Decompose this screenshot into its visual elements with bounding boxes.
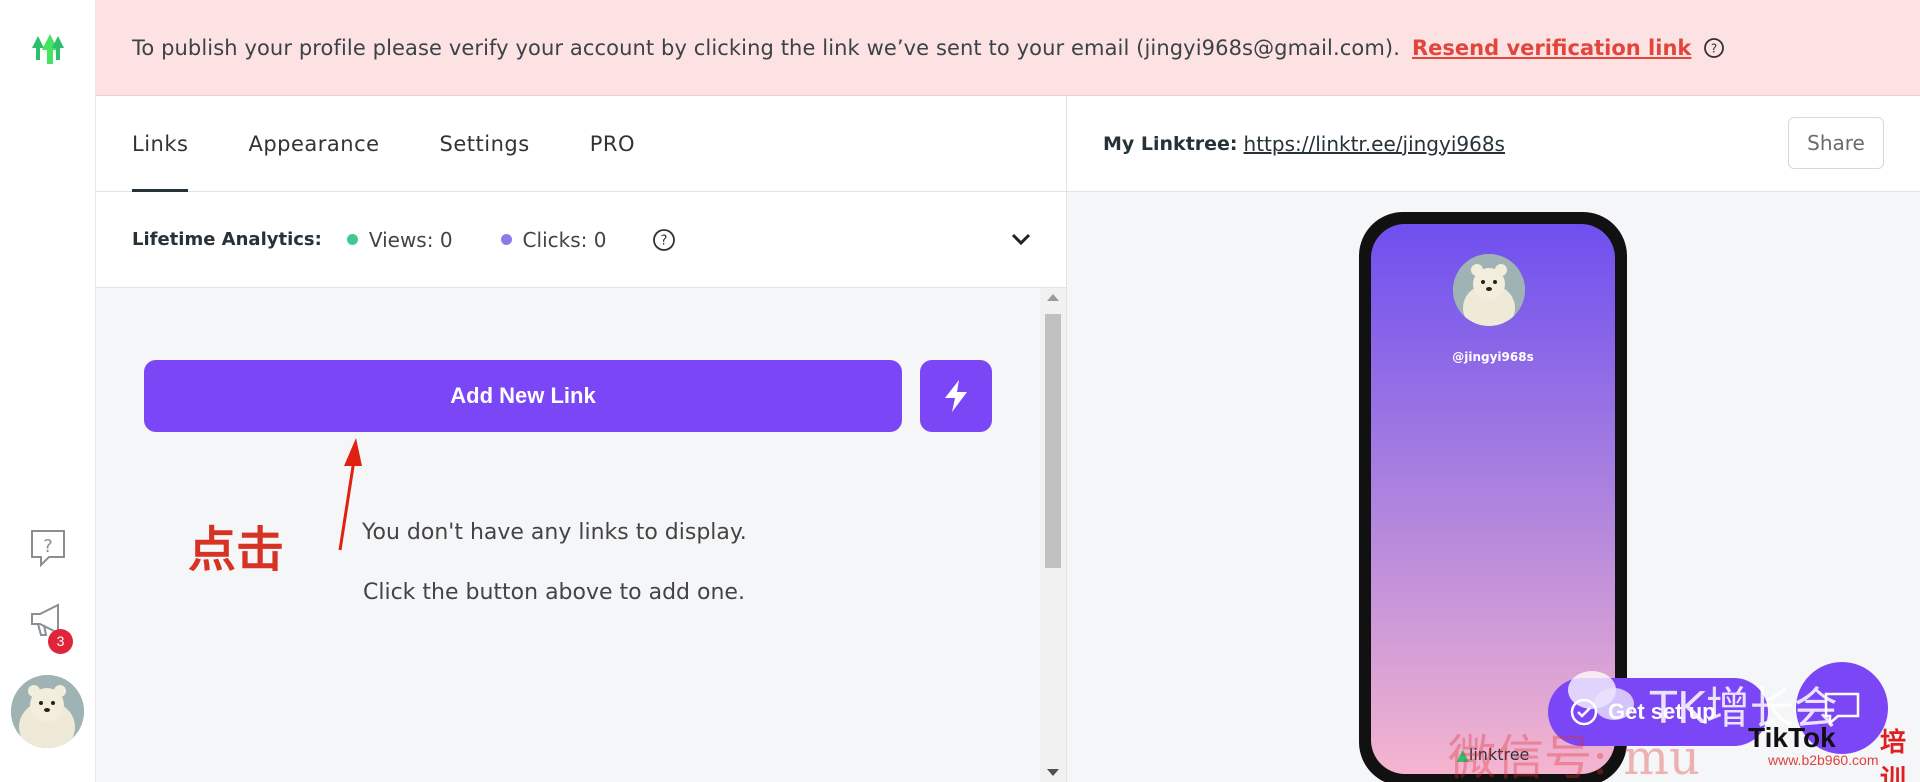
share-button[interactable]: Share [1788, 117, 1884, 169]
watermark-wechat: 微信号: mu [1448, 730, 1700, 782]
my-linktree-label: My Linktree: [1103, 132, 1238, 155]
tab-links[interactable]: Links [132, 96, 189, 192]
tab-pro[interactable]: PRO [590, 96, 635, 192]
profile-avatar [1453, 254, 1525, 326]
clicks-count: Clicks: 0 [522, 227, 607, 252]
links-scrollbar[interactable] [1040, 288, 1066, 782]
views-count: Views: 0 [368, 227, 453, 252]
links-area: Add New Link 点击 You don't have any links… [96, 288, 1066, 782]
linktree-url-link[interactable]: https://linktr.ee/jingyi968s [1244, 132, 1505, 156]
watermark-training: 培训 [1880, 728, 1907, 782]
svg-text:?: ? [1711, 41, 1717, 55]
profile-handle: @jingyi968s [1452, 350, 1534, 364]
svg-text:?: ? [43, 536, 53, 557]
lightning-icon [945, 380, 967, 412]
analytics-label: Lifetime Analytics: [132, 229, 322, 250]
left-rail: ? 3 [0, 0, 96, 782]
preview-header: My Linktree: https://linktr.ee/jingyi968… [1066, 96, 1920, 192]
quick-add-button[interactable] [920, 360, 992, 432]
question-circle-icon[interactable]: ? [1703, 37, 1725, 59]
annotation-click-label: 点击 [188, 522, 285, 578]
lifetime-analytics-bar: Lifetime Analytics: Views: 0 Clicks: 0 ? [96, 192, 1066, 288]
question-circle-icon[interactable]: ? [652, 228, 676, 252]
verification-banner: To publish your profile please verify yo… [96, 0, 1920, 96]
scroll-thumb[interactable] [1045, 314, 1061, 568]
svg-text:?: ? [661, 233, 668, 248]
tab-settings[interactable]: Settings [440, 96, 530, 192]
avatar[interactable] [11, 675, 84, 748]
add-new-link-button[interactable]: Add New Link [144, 360, 902, 432]
empty-state-line-1: You don't have any links to display. [362, 520, 747, 545]
empty-state-line-2: Click the button above to add one. [363, 580, 745, 605]
scroll-up-arrow-icon[interactable] [1047, 294, 1059, 301]
watermark-tiktok: TikTok [1748, 722, 1836, 753]
chevron-down-icon[interactable] [1010, 228, 1032, 250]
banner-message: To publish your profile please verify yo… [132, 35, 1400, 60]
watermark-site: www.b2b960.com [1768, 752, 1879, 768]
notification-badge: 3 [48, 629, 73, 654]
resend-verification-link[interactable]: Resend verification link [1412, 36, 1691, 60]
help-icon[interactable]: ? [29, 528, 67, 568]
wechat-watermark-icon [1568, 671, 1634, 720]
scroll-down-arrow-icon[interactable] [1047, 769, 1059, 776]
views-dot-icon [346, 234, 358, 245]
editor-tabs: Links Appearance Settings PRO [96, 96, 1066, 192]
tab-appearance[interactable]: Appearance [248, 96, 379, 192]
linktree-logo-icon[interactable] [28, 30, 68, 68]
clicks-dot-icon [500, 234, 512, 245]
